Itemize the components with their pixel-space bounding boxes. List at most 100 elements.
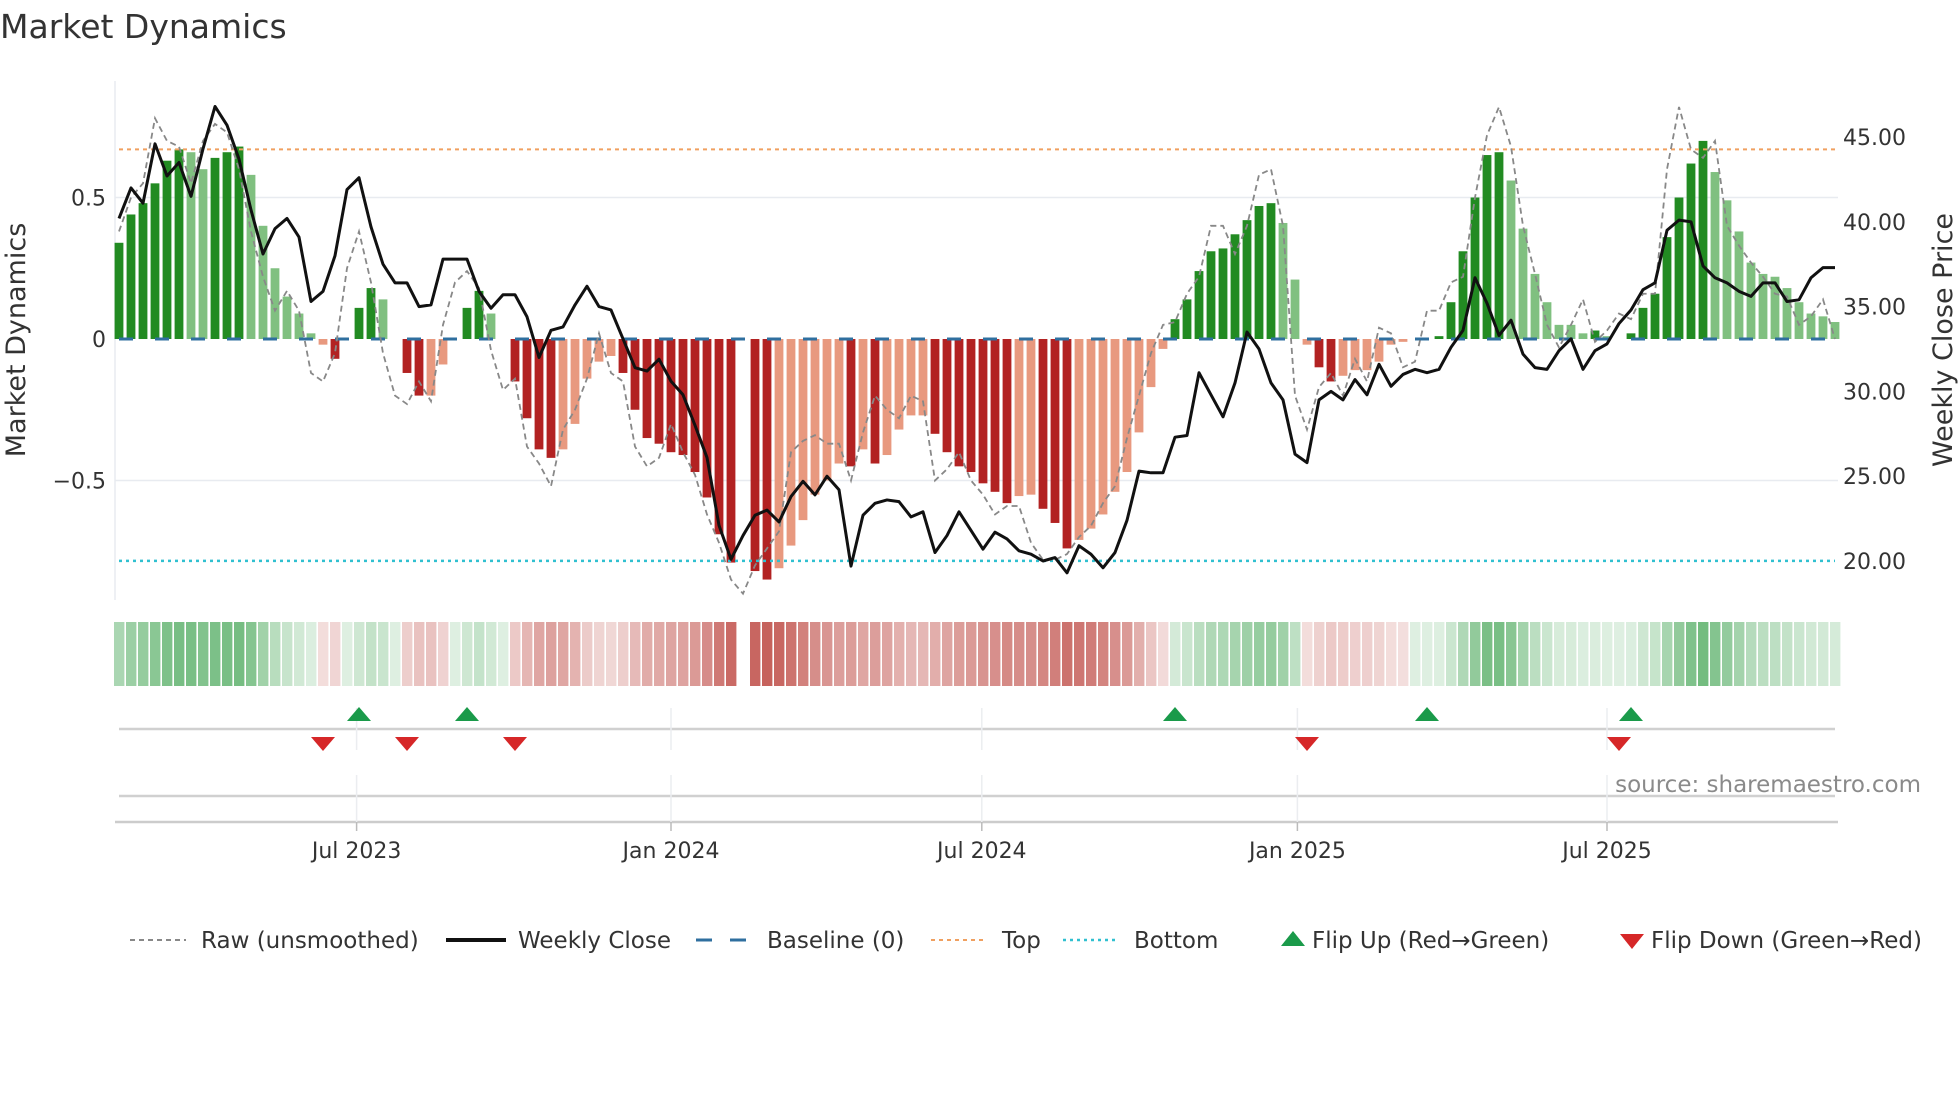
strip-cell [1530,622,1541,686]
strip-cell [1674,622,1685,686]
dynamics-bar [1182,299,1192,339]
strip-cell [1818,622,1829,686]
strip-cell [1662,622,1673,686]
strip-cell [1710,622,1721,686]
strip-cell [1650,622,1661,686]
dynamics-bar [366,288,376,339]
strip-cell [1578,622,1589,686]
strip-cell [1290,622,1301,686]
y2-tick-label: 45.00 [1843,126,1906,151]
y2-tick-label: 20.00 [1843,550,1906,575]
dynamics-bar [1338,339,1348,376]
y2-tick-label: 25.00 [1843,465,1906,490]
dynamics-bar [870,339,880,464]
dynamics-bar [162,160,172,339]
dynamics-bar [150,183,160,339]
dynamics-bar [402,339,412,373]
dynamics-bar [1206,251,1216,339]
y-tick-label: 0.5 [71,187,106,212]
flip-up-marker [347,707,371,721]
dynamics-bar [378,299,388,339]
flip-up-marker [1619,707,1643,721]
strip-cell [1758,622,1769,686]
strip-cell [426,622,437,686]
strip-cell [726,622,737,686]
strip-cell [1338,622,1349,686]
strip-cell [1734,622,1745,686]
strip-cell [150,622,161,686]
y-tick-label: 0 [92,328,106,353]
strip-cell [1458,622,1469,686]
dynamics-bar [1746,262,1756,339]
strip-cell [1326,622,1337,686]
dynamics-bar [1266,203,1276,339]
strip-cell [618,622,629,686]
strip-cell [1086,622,1097,686]
flip-down-marker [1607,737,1631,751]
dynamics-bar [1374,339,1384,362]
dynamics-bar [1326,339,1336,382]
strip-cell [1170,622,1181,686]
strip-cell [1218,622,1229,686]
raw-line [118,104,1836,596]
strip-cell [762,622,773,686]
strip-cell [870,622,881,686]
strip-cell [438,622,449,686]
strip-cell [1590,622,1601,686]
strip-cell [282,622,293,686]
dynamics-bar [750,339,760,572]
source-note: source: sharemaestro.com [1615,772,1921,798]
strip-cell [462,622,473,686]
strip-cell [1542,622,1553,686]
regime-strip [114,622,1841,686]
strip-cell [582,622,593,686]
legend-label: Flip Down (Green→Red) [1651,928,1922,954]
dynamics-bar [174,149,184,339]
strip-cell [1242,622,1253,686]
dynamics-bar [1110,339,1120,492]
strip-cell [1302,622,1313,686]
strip-cell [714,622,725,686]
dynamics-bar [942,339,952,453]
dynamics-bar [1446,302,1456,339]
legend-label: Baseline (0) [767,928,904,954]
strip-cell [1554,622,1565,686]
strip-cell [1602,622,1613,686]
dynamics-bar [1542,302,1552,339]
dynamics-bar [1290,279,1300,339]
y2-tick-label: 40.00 [1843,211,1906,236]
strip-cell [834,622,845,686]
strip-cell [990,622,1001,686]
flip-up-marker [455,707,479,721]
strip-cell [1410,622,1421,686]
strip-cell [1074,622,1085,686]
legend-item-close: Weekly Close [446,928,671,954]
strip-cell [1482,622,1493,686]
dynamics-bar [1530,273,1540,339]
dynamics-bar [318,339,328,345]
dynamics-bar [954,339,964,467]
strip-cell [1050,622,1061,686]
strip-cell [294,622,305,686]
strip-cell [222,622,233,686]
dynamics-bar [606,339,616,356]
dynamics-bar [1098,339,1108,515]
y2-tick-label: 30.00 [1843,380,1906,405]
strip-cell [174,622,185,686]
dynamics-bar [810,339,820,495]
dynamics-bar [282,296,292,339]
market-dynamics-chart: Market Dynamics 0.5 0 −0.5 45.00 40.00 35.00 3… [0,7,1959,954]
strip-cell [1230,622,1241,686]
dynamics-bar [1254,205,1264,339]
strip-cell [486,622,497,686]
strip-cell [810,622,821,686]
y-axis-label: Market Dynamics [1,223,32,458]
chart-title: Market Dynamics [0,7,287,46]
strip-cell [1398,622,1409,686]
strip-cell [798,622,809,686]
legend-label: Flip Up (Red→Green) [1312,928,1549,954]
strip-cell [918,622,929,686]
strip-cell [894,622,905,686]
dynamics-bar [1314,339,1324,368]
dynamics-bar [1662,237,1672,339]
